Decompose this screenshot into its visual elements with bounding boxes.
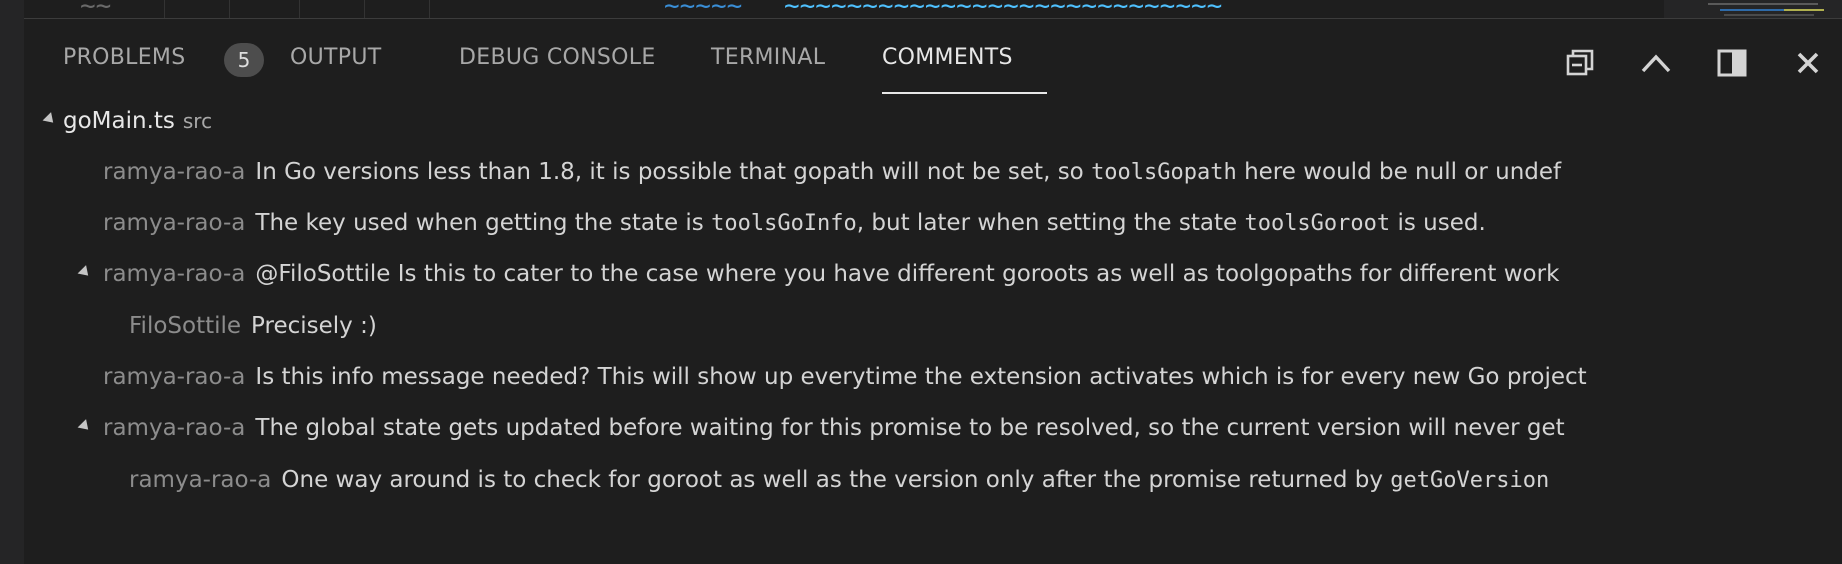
- comment-code: toolsGoInfo: [711, 211, 857, 236]
- comment-thread[interactable]: ramya-rao-a The key used when getting the…: [24, 203, 1842, 243]
- comment-thread[interactable]: ramya-rao-a Is this info message needed? …: [24, 357, 1842, 397]
- editor-gutter-line: [164, 0, 165, 18]
- file-folder: src: [182, 109, 213, 133]
- comment-author: FiloSottile: [129, 313, 242, 339]
- comment-text: here would be null or undef: [1236, 159, 1562, 185]
- tab-comments[interactable]: COMMENTS: [882, 45, 1013, 70]
- comment-thread[interactable]: ramya-rao-a In Go versions less than 1.8,…: [24, 152, 1842, 192]
- editor-area: ~~ ~~~~~ ~~~~~~~~~~~~~~~~~~~~~~~~~~~~: [24, 0, 1842, 19]
- comment-code: toolsGopath: [1091, 160, 1237, 185]
- comment-text: @FiloSottile Is this to cater to the cas…: [255, 261, 1560, 287]
- editor-gutter-line: [299, 0, 300, 18]
- comment-thread[interactable]: ramya-rao-a The global state gets updated…: [24, 408, 1842, 448]
- tree-file-node[interactable]: goMain.ts src: [24, 101, 1842, 141]
- tab-output[interactable]: OUTPUT: [290, 45, 381, 70]
- comment-text: Precisely :): [251, 313, 377, 339]
- editor-gutter-line: [429, 0, 430, 18]
- comment-reply[interactable]: ramya-rao-a One way around is to check fo…: [24, 460, 1842, 500]
- comment-text: One way around is to check for goroot as…: [281, 467, 1391, 493]
- comment-text: is used.: [1390, 210, 1486, 236]
- maximize-panel-icon[interactable]: [1714, 45, 1750, 81]
- comment-author: ramya-rao-a: [103, 261, 246, 287]
- editor-gutter-line: [229, 0, 230, 18]
- comment-text: , but later when setting the state: [856, 210, 1245, 236]
- panel-actions: [1562, 45, 1842, 85]
- tab-problems[interactable]: PROBLEMS: [63, 45, 185, 70]
- comment-author: ramya-rao-a: [103, 364, 246, 390]
- active-tab-indicator: [882, 92, 1047, 94]
- panel-tab-bar: PROBLEMS 5 OUTPUT DEBUG CONSOLE TERMINAL…: [24, 19, 1524, 99]
- comment-reply[interactable]: FiloSottile Precisely :): [24, 306, 1842, 346]
- comment-author: ramya-rao-a: [103, 210, 246, 236]
- comment-text: The key used when getting the state is: [255, 210, 712, 236]
- comment-code: getGoVersion: [1390, 468, 1550, 493]
- comment-code: toolsGoroot: [1244, 211, 1391, 236]
- chevron-up-icon[interactable]: [1638, 45, 1674, 81]
- tab-terminal[interactable]: TERMINAL: [711, 45, 825, 70]
- editor-gutter-line: [364, 0, 365, 18]
- expanded-chevron-icon[interactable]: [77, 265, 93, 280]
- editor-code-fragment: ~~~~~: [664, 0, 743, 19]
- comment-text: In Go versions less than 1.8, it is poss…: [255, 159, 1092, 185]
- comment-text: The global state gets updated before wai…: [255, 415, 1565, 441]
- editor-code-fragment: ~~~~~~~~~~~~~~~~~~~~~~~~~~~~: [784, 0, 1223, 19]
- comments-panel: PROBLEMS 5 OUTPUT DEBUG CONSOLE TERMINAL…: [24, 19, 1842, 564]
- comment-author: ramya-rao-a: [103, 159, 246, 185]
- file-name: goMain.ts: [63, 108, 175, 134]
- problems-count-badge: 5: [224, 43, 264, 77]
- tab-debug-console[interactable]: DEBUG CONSOLE: [459, 45, 656, 70]
- editor-code-fragment: ~~: [80, 0, 112, 19]
- close-icon[interactable]: [1790, 45, 1826, 81]
- comment-text: Is this info message needed? This will s…: [255, 364, 1587, 390]
- activity-bar-edge: [0, 0, 24, 564]
- minimap[interactable]: [1664, 0, 1842, 18]
- expanded-chevron-icon[interactable]: [77, 419, 93, 434]
- collapse-all-icon[interactable]: [1562, 45, 1598, 81]
- expanded-chevron-icon[interactable]: [42, 112, 58, 127]
- comment-author: ramya-rao-a: [103, 415, 246, 441]
- comment-author: ramya-rao-a: [129, 467, 272, 493]
- comment-thread[interactable]: ramya-rao-a @FiloSottile Is this to cater…: [24, 254, 1842, 294]
